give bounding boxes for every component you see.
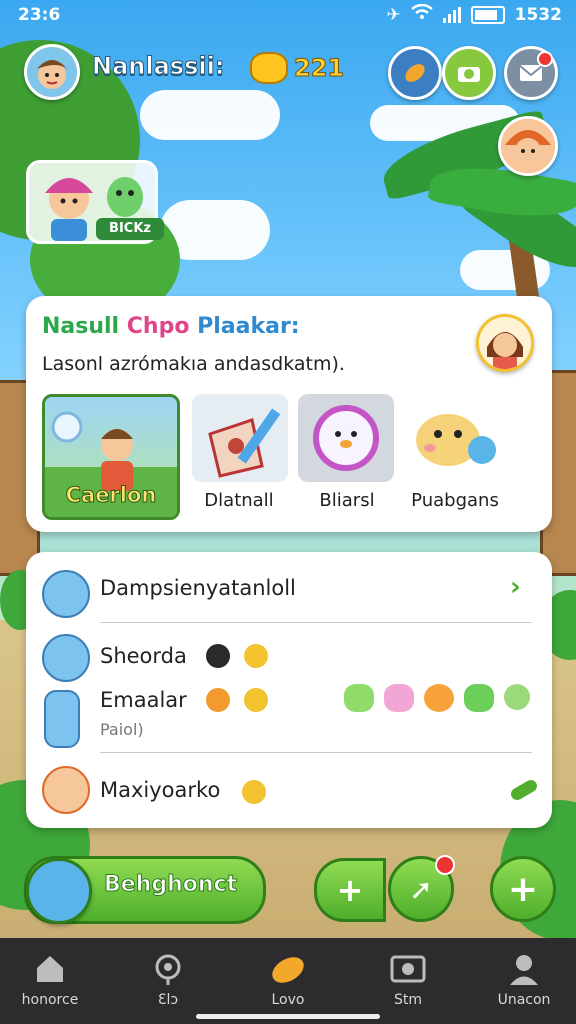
- profile-icon: [510, 955, 538, 985]
- primary-action-label: Behghonct: [103, 872, 238, 898]
- monster-avatar-icon: [26, 858, 92, 924]
- edit-icon: [508, 777, 540, 803]
- home-indicator[interactable]: [196, 1014, 380, 1019]
- tile-label: Puabgans: [411, 490, 499, 511]
- monster-avatar-icon: [42, 570, 90, 618]
- coin-badge-icon: [206, 688, 230, 712]
- nav-label: Ɛlɔ: [157, 992, 179, 1008]
- robot-figure-icon: [44, 690, 80, 748]
- helmet-boy-icon: [501, 119, 555, 173]
- list-row[interactable]: Emaalar Paiol): [26, 684, 552, 748]
- nfc-icon: ✈: [386, 4, 401, 25]
- energy-button[interactable]: [388, 46, 442, 100]
- player-name: Nanlassii:: [91, 52, 225, 81]
- nav-lovo[interactable]: [238, 952, 338, 992]
- green-monster-icon: [464, 684, 494, 712]
- nav-label: Unacon: [497, 992, 551, 1008]
- battery-icon: [470, 5, 505, 24]
- chevron-right-icon: ›: [510, 572, 521, 602]
- nav-label: Lovo: [271, 992, 305, 1008]
- girl-face-icon: [479, 317, 531, 369]
- share-button[interactable]: ➚: [388, 855, 455, 922]
- coin-counter[interactable]: 221: [250, 52, 345, 84]
- row-label: Dampsienyatanloll: [100, 576, 296, 600]
- nav-home[interactable]: [0, 952, 100, 990]
- home-icon: [37, 956, 63, 982]
- status-time: 23:6: [18, 5, 61, 25]
- nav-stm[interactable]: [358, 952, 458, 990]
- flag-icon: [208, 408, 281, 478]
- plus-icon: +: [507, 868, 539, 910]
- friend-tag: BICKz: [96, 218, 164, 240]
- helper-avatar[interactable]: [498, 116, 558, 176]
- sun-monster-icon: [424, 684, 454, 712]
- music-badge-icon: [206, 644, 230, 668]
- leaf-badge-icon: [244, 688, 268, 712]
- battery-text: 1532: [514, 4, 562, 25]
- add-button[interactable]: +: [314, 858, 386, 922]
- title-part: Chpo: [126, 314, 190, 339]
- monster-avatar-icon: [42, 634, 90, 682]
- player-avatar[interactable]: [24, 44, 80, 100]
- notification-dot-icon: [537, 51, 553, 67]
- nav-label: honorce: [21, 992, 79, 1008]
- tile-bliarsl[interactable]: [298, 394, 394, 482]
- mail-button[interactable]: [504, 46, 558, 100]
- tile-caerlon[interactable]: Caerlon: [42, 394, 180, 520]
- list-row[interactable]: Maxiyoarko: [26, 758, 552, 822]
- nav-location[interactable]: [118, 952, 218, 990]
- quest-npc-avatar[interactable]: [476, 314, 534, 372]
- status-bar: 23:6 ✈ 1532: [0, 0, 576, 30]
- robot-monster-icon: [504, 684, 530, 710]
- plus-icon: +: [336, 871, 364, 909]
- notification-dot-icon: [435, 855, 455, 875]
- tile-puabgans[interactable]: [404, 394, 500, 482]
- green-monster-icon: [344, 684, 374, 712]
- row-label: Sheorda: [100, 644, 187, 668]
- quest-title: Nasull Chpo Plaakar:: [42, 314, 300, 339]
- list-row[interactable]: Sheorda: [26, 628, 552, 684]
- tile-dlatnall[interactable]: [192, 394, 288, 482]
- leaf-icon: [405, 64, 425, 82]
- coin-amount: 221: [293, 54, 345, 83]
- girl-avatar-icon: [42, 766, 90, 814]
- nav-label: Stm: [393, 992, 422, 1008]
- pet-icon: [313, 405, 379, 471]
- row-sublabel: Paiol): [100, 720, 144, 739]
- cloud: [140, 90, 280, 140]
- title-part: Nasull: [42, 314, 120, 339]
- divider: [100, 622, 532, 623]
- pink-monster-icon: [384, 684, 414, 712]
- arrow-icon: ➚: [409, 872, 433, 906]
- camera-icon: [458, 67, 480, 82]
- boy-face-icon: [27, 47, 77, 97]
- location-icon: [155, 954, 181, 985]
- leaf-badge-icon: [244, 644, 268, 668]
- tile-label: Bliarsl: [319, 490, 375, 511]
- camera-button[interactable]: [442, 46, 496, 100]
- camera-icon: [390, 955, 426, 983]
- wifi-icon: [410, 3, 433, 25]
- signal-icon: [442, 6, 461, 23]
- leaf-icon: [272, 957, 304, 983]
- row-label: Emaalar: [100, 688, 187, 712]
- creature-icon: [416, 414, 496, 466]
- tile-label: Caerlon: [65, 483, 157, 508]
- coin-pile-icon: [250, 52, 288, 84]
- star-badge-icon: [242, 780, 266, 804]
- divider: [100, 752, 532, 753]
- add-round-button[interactable]: +: [490, 856, 556, 922]
- nav-profile[interactable]: [474, 952, 574, 990]
- title-part: Plaakar:: [197, 314, 300, 339]
- quest-subtitle: Lasonl azrómakıa andasdkatm).: [42, 353, 345, 375]
- row-label: Maxiyoarko: [100, 778, 221, 802]
- tile-label: Dlatnall: [204, 490, 274, 511]
- list-row[interactable]: Dampsienyatanloll ›: [26, 556, 552, 620]
